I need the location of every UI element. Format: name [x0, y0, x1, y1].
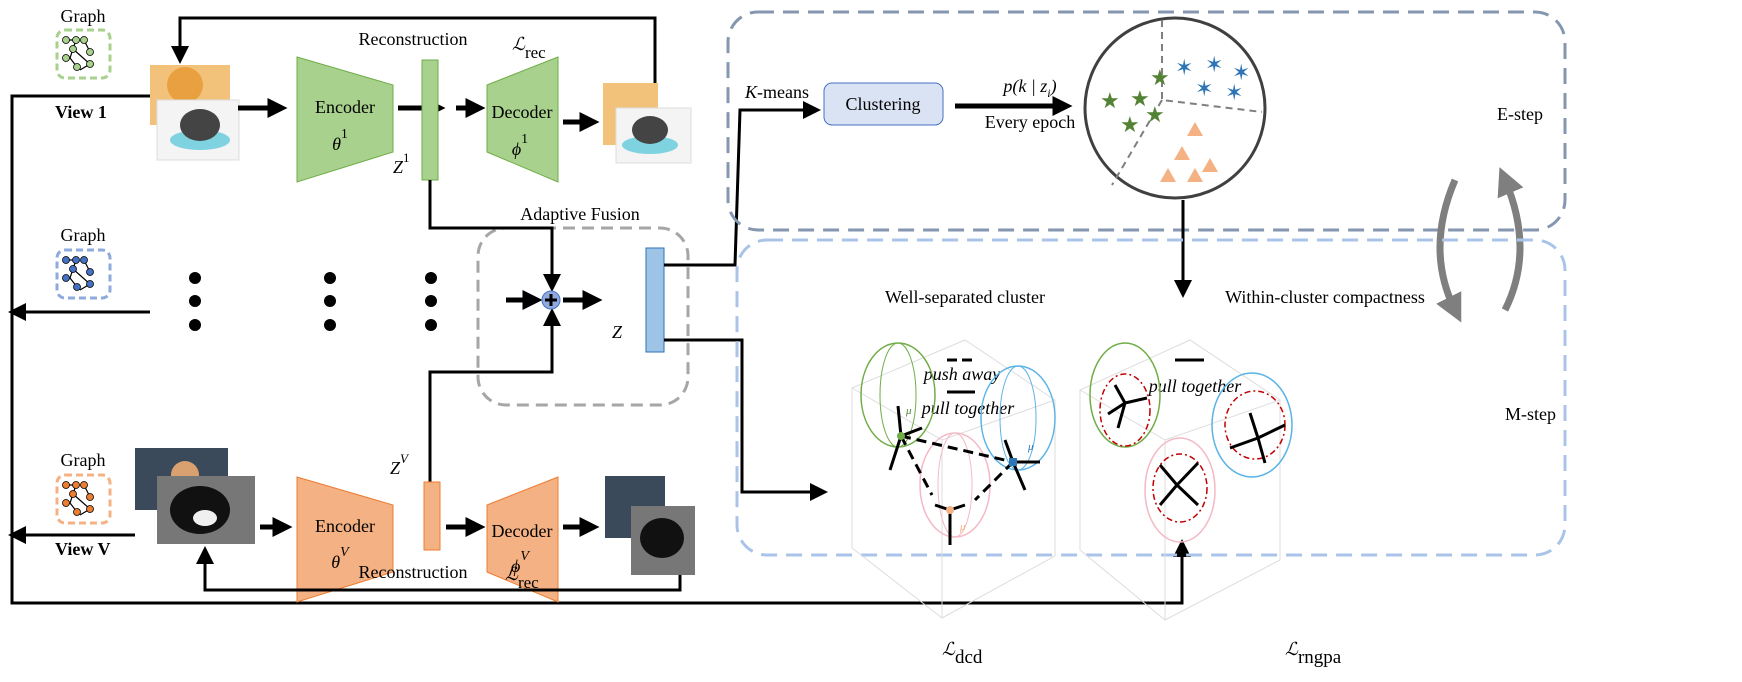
graph-icon-viewV: Graph	[55, 450, 112, 525]
well-separated-title: Well-separated cluster	[885, 287, 1045, 307]
svg-text:μ: μ	[905, 405, 912, 417]
loss-rngpa: ℒrngpa	[1285, 639, 1342, 668]
m-step-title: M-step	[1505, 404, 1556, 424]
ellipsis-dots	[189, 272, 437, 331]
encoder-view1: Encoder θ1	[296, 56, 394, 183]
em-cycle-icon	[1436, 167, 1524, 323]
every-epoch-label: Every epoch	[985, 112, 1075, 132]
graph-icon-view2: Graph	[55, 225, 112, 300]
svg-text:✶: ✶	[1225, 81, 1243, 106]
e-step-title: E-step	[1497, 104, 1543, 124]
e-step-panel: K-means Clustering p(k | zi) Every epoch…	[726, 10, 1567, 232]
reconstruction-label-bottom: Reconstruction	[359, 562, 468, 582]
cluster-assignment-circle: ★ ★★★ ★ ✶ ✶ ✶✶ ✶	[1083, 16, 1267, 200]
kmeans-label: K-means	[744, 82, 809, 102]
view1-reconstructed-images	[603, 83, 692, 164]
svg-text:Graph: Graph	[61, 225, 106, 245]
well-separated-plot: push away pull together μ μ μ	[851, 339, 1056, 619]
encoder-viewV: Encoder θV	[296, 476, 394, 603]
svg-text:Encoder: Encoder	[315, 516, 375, 536]
posterior-label: p(k | zi)	[1001, 76, 1056, 100]
latent-zV	[423, 481, 441, 551]
viewV-label: View V	[55, 539, 111, 559]
svg-text:✶: ✶	[1195, 77, 1213, 102]
svg-text:★: ★	[1145, 103, 1165, 128]
latent-z1	[421, 59, 439, 181]
svg-text:Graph: Graph	[61, 6, 106, 26]
svg-text:✶: ✶	[1175, 56, 1193, 81]
view1-label: View 1	[55, 102, 107, 122]
reconstruction-loop-view1	[171, 16, 657, 83]
clustering-label: Clustering	[846, 94, 921, 114]
svg-text:✶: ✶	[1205, 53, 1223, 78]
decoder-view1: Decoder ϕ1	[486, 56, 559, 183]
svg-text:Graph: Graph	[61, 450, 106, 470]
svg-text:Decoder: Decoder	[492, 102, 553, 122]
view1-input-images	[150, 65, 240, 161]
svg-text:μ: μ	[959, 521, 966, 533]
viewV-input-images	[135, 448, 255, 544]
svg-text:Encoder: Encoder	[315, 97, 375, 117]
svg-text:μ: μ	[1027, 441, 1034, 453]
loss-dcd: ℒdcd	[942, 639, 983, 668]
latent-zV-label: ZV	[390, 451, 410, 478]
reconstruction-label-top: Reconstruction	[359, 29, 468, 49]
fused-latent-z	[645, 247, 665, 353]
diagram: Graph Graph Graph View 1 View V Encoder …	[8, 6, 1567, 668]
fused-latent-label: Z	[612, 322, 623, 342]
loss-rec-top: ℒrec	[512, 34, 546, 62]
svg-text:pull together: pull together	[1147, 376, 1242, 396]
svg-text:★: ★	[1100, 89, 1120, 114]
viewV-reconstructed-images	[605, 476, 695, 575]
svg-text:Decoder: Decoder	[492, 521, 553, 541]
svg-text:★: ★	[1120, 113, 1140, 138]
within-cluster-plot: pull together	[1079, 339, 1293, 621]
latent-z1-label: Z1	[393, 150, 410, 177]
svg-text:★: ★	[1150, 66, 1170, 91]
graph-icon-view1: Graph	[55, 6, 112, 80]
within-cluster-title: Within-cluster compactness	[1225, 287, 1425, 307]
svg-text:Adaptive Fusion: Adaptive Fusion	[520, 204, 640, 224]
